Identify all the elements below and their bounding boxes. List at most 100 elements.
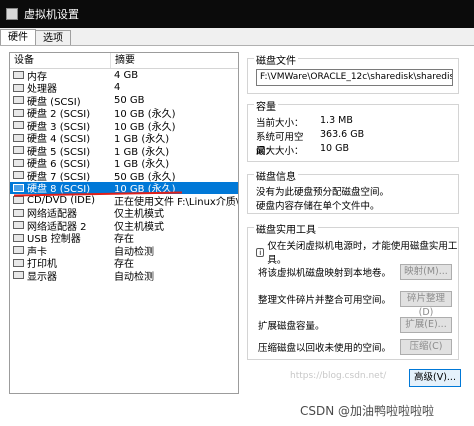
defrag-text: 整理文件碎片并整合可用空间。 [258, 295, 392, 306]
tab-hardware[interactable]: 硬件 [0, 29, 36, 46]
device-name: 硬盘 6 (SCSI) [27, 159, 91, 169]
device-name: CD/DVD (IDE) [27, 194, 96, 206]
device-summary: 存在 [114, 259, 134, 269]
device-cell: 网络适配器 2 [10, 219, 110, 232]
compact-button[interactable]: 压缩(C) [400, 339, 452, 355]
device-summary: 仅主机模式 [114, 209, 164, 219]
hard-disk-icon [13, 121, 24, 130]
device-row[interactable]: 显示器 自动检测 [10, 269, 238, 282]
defrag-button[interactable]: 碎片整理(D) [400, 291, 452, 318]
disk-file-label: 磁盘文件 [254, 52, 298, 67]
vm-settings-window: 虚拟机设置 硬件 选项 设备 摘要 内存 4 GB 处理器 4 硬盘 (SCSI) 50 … [0, 0, 474, 426]
device-cell: USB 控制器 [10, 232, 110, 244]
current-size-label: 当前大小： [256, 118, 304, 129]
device-name: 硬盘 7 (SCSI) [27, 171, 91, 182]
device-name: 硬盘 8 (SCSI) [27, 184, 91, 194]
disk-file-field[interactable]: F:\VMWare\ORACLE_12c\sharedisk\sharedisk… [256, 69, 453, 86]
title-bar: 虚拟机设置 [0, 0, 474, 28]
device-row[interactable]: USB 控制器 存在 [10, 232, 238, 244]
map-button[interactable]: 映射(M)... [400, 264, 452, 280]
device-row[interactable]: 声卡 自动检测 [10, 244, 238, 257]
printer-icon [13, 258, 24, 267]
device-summary: 仅主机模式 [114, 221, 164, 232]
device-name: 打印机 [27, 259, 57, 269]
device-name: 网络适配器 [27, 209, 77, 219]
device-name: 硬盘 2 (SCSI) [27, 109, 91, 119]
device-summary: 自动检测 [114, 271, 154, 282]
device-summary: 50 GB (永久) [114, 171, 176, 182]
device-summary: 1 GB (永久) [114, 134, 170, 144]
disk-utilities-label: 磁盘实用工具 [254, 221, 318, 236]
expand-row: 扩展磁盘容量。 扩展(E)... [258, 317, 452, 333]
utilities-notice-row: i 仅在关闭虚拟机电源时，才能使用磁盘实用工具。 [256, 238, 458, 266]
device-cell: 网络适配器 [10, 207, 110, 219]
disk-file-group: 磁盘文件 F:\VMWare\ORACLE_12c\sharedisk\shar… [247, 52, 459, 94]
csdn-watermark: CSDN @加油鸭啦啦啦啦 [300, 404, 435, 418]
defrag-row: 整理文件碎片并整合可用空间。 碎片整理(D) [258, 291, 452, 318]
map-text: 将该虚拟机磁盘映射到本地卷。 [258, 268, 392, 279]
expand-text: 扩展磁盘容量。 [258, 321, 325, 332]
device-row[interactable]: 硬盘 7 (SCSI) 50 GB (永久) [10, 169, 238, 182]
device-row[interactable]: 内存 4 GB [10, 69, 238, 82]
device-cell: 打印机 [10, 257, 110, 269]
current-size-value: 1.3 MB [320, 115, 353, 126]
device-row[interactable]: 硬盘 3 (SCSI) 10 GB (永久) [10, 119, 238, 132]
tab-options[interactable]: 选项 [35, 30, 71, 46]
device-cell: 硬盘 (SCSI) [10, 94, 110, 107]
current-size-row: 当前大小： 1.3 MB [256, 115, 353, 129]
device-cell: 硬盘 4 (SCSI) [10, 132, 110, 144]
device-row[interactable]: 处理器 4 [10, 82, 238, 94]
device-row[interactable]: 打印机 存在 [10, 257, 238, 269]
device-name: 硬盘 4 (SCSI) [27, 134, 91, 144]
compact-text: 压缩磁盘以回收未使用的空间。 [258, 343, 392, 354]
device-name: 显示器 [27, 271, 57, 282]
device-cell: 声卡 [10, 244, 110, 257]
device-cell: 硬盘 2 (SCSI) [10, 107, 110, 119]
device-name: USB 控制器 [27, 234, 81, 244]
device-row[interactable]: 硬盘 4 (SCSI) 1 GB (永久) [10, 132, 238, 144]
expand-button[interactable]: 扩展(E)... [400, 317, 452, 333]
compact-row: 压缩磁盘以回收未使用的空间。 压缩(C) [258, 339, 452, 355]
map-row: 将该虚拟机磁盘映射到本地卷。 映射(M)... [258, 264, 452, 280]
cd-dvd-icon [13, 196, 24, 205]
memory-icon [13, 71, 24, 80]
tab-bar: 硬件 选项 [0, 29, 71, 46]
device-row[interactable]: 硬盘 2 (SCSI) 10 GB (永久) [10, 107, 238, 119]
device-column-header[interactable]: 设备 [10, 53, 110, 68]
device-name: 声卡 [27, 246, 47, 257]
device-row[interactable]: 硬盘 (SCSI) 50 GB [10, 94, 238, 107]
device-name: 网络适配器 2 [27, 221, 87, 232]
device-cell: CD/DVD (IDE) [10, 195, 110, 206]
device-list[interactable]: 设备 摘要 内存 4 GB 处理器 4 硬盘 (SCSI) 50 GB 硬盘 2 (SCSI… [9, 52, 239, 394]
info-icon: i [256, 247, 265, 257]
network-adapter-icon [13, 221, 24, 230]
summary-column-header[interactable]: 摘要 [110, 53, 238, 68]
usb-controller-icon [13, 233, 24, 242]
device-row[interactable]: 硬盘 6 (SCSI) 1 GB (永久) [10, 157, 238, 169]
device-summary: 10 GB (永久) [114, 109, 176, 119]
device-row[interactable]: 网络适配器 仅主机模式 [10, 207, 238, 219]
device-cell: 处理器 [10, 82, 110, 94]
device-row[interactable]: 网络适配器 2 仅主机模式 [10, 219, 238, 232]
max-size-value: 10 GB [320, 143, 349, 154]
disk-info-line-1: 没有为此硬盘预分配磁盘空间。 [256, 187, 390, 198]
processor-icon [13, 83, 24, 92]
device-name: 硬盘 (SCSI) [27, 96, 81, 107]
device-name: 内存 [27, 71, 47, 82]
disk-info-group: 磁盘信息 没有为此硬盘预分配磁盘空间。 硬盘内容存储在单个文件中。 [247, 168, 459, 214]
hard-disk-icon [13, 158, 24, 167]
blog-url-watermark: https://blog.csdn.net/ [290, 371, 387, 381]
device-name: 硬盘 5 (SCSI) [27, 146, 91, 157]
capacity-label: 容量 [254, 98, 278, 113]
advanced-button[interactable]: 高级(V)... [409, 369, 461, 387]
network-adapter-icon [13, 208, 24, 217]
device-list-header: 设备 摘要 [10, 53, 238, 69]
device-row[interactable]: 硬盘 5 (SCSI) 1 GB (永久) [10, 144, 238, 157]
device-summary: 4 GB [114, 69, 139, 81]
device-cell: 硬盘 7 (SCSI) [10, 169, 110, 182]
device-cell: 显示器 [10, 269, 110, 282]
disk-utilities-group: 磁盘实用工具 i 仅在关闭虚拟机电源时，才能使用磁盘实用工具。 将该虚拟机磁盘映… [247, 221, 459, 360]
hard-disk-icon [13, 108, 24, 117]
disk-info-line-2: 硬盘内容存储在单个文件中。 [256, 201, 380, 212]
device-cell: 硬盘 6 (SCSI) [10, 157, 110, 169]
